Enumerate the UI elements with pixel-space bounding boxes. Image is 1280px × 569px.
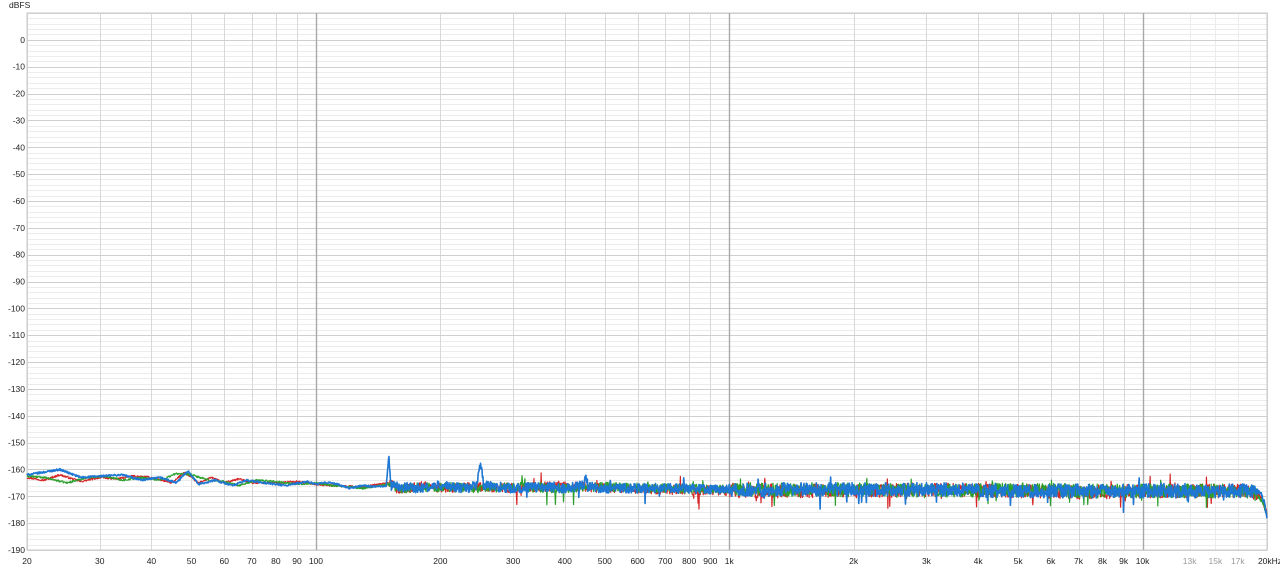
x-tick-label: 800 [682,556,696,566]
y-axis-ticks: 0 -10 -20 -30 -40 -50 -60 -70 -80 -90 -100 -110 -120… [8,35,25,555]
y-tick-label: -100 [8,303,25,313]
grid-major [26,12,1268,551]
series-group [26,455,1268,519]
y-tick-label: -170 [8,491,25,501]
y-tick-label: -160 [8,464,25,474]
x-tick-label: 900 [703,556,717,566]
x-tick-label: 5k [1014,556,1024,566]
x-tick-label: 3k [922,556,932,566]
x-axis-ticks: 20 30 40 50 60 70 80 90 100 200 300 400 500 600 700 800… [22,556,1280,566]
y-tick-label: -40 [13,142,26,152]
y-axis-title: dBFS [9,0,31,10]
x-tick-label: 40 [147,556,157,566]
y-tick-label: -140 [8,411,25,421]
y-tick-label: -10 [13,62,26,72]
y-tick-label: -60 [13,196,26,206]
x-tick-label: 4k [974,556,984,566]
x-tick-label: 8k [1098,556,1108,566]
x-tick-label: 6k [1046,556,1056,566]
x-tick-label: 80 [271,556,281,566]
y-tick-label: -130 [8,384,25,394]
x-tick-label: 2k [849,556,859,566]
x-tick-label: 15k [1208,556,1222,566]
y-tick-label: -190 [8,545,25,555]
x-tick-label: 100 [309,556,323,566]
x-tick-label: 200 [433,556,447,566]
y-tick-label: 0 [20,35,25,45]
x-tick-label: 1k [725,556,735,566]
x-tick-label: 700 [658,556,672,566]
x-tick-label: 60 [219,556,229,566]
y-tick-label: -120 [8,357,25,367]
y-tick-label: -180 [8,518,25,528]
x-tick-label: 13k [1183,556,1197,566]
x-tick-label: 9k [1119,556,1129,566]
x-tick-label: 300 [506,556,520,566]
x-tick-label: 90 [292,556,302,566]
x-tick-label: 20 [22,556,32,566]
x-tick-label: 70 [247,556,257,566]
y-tick-label: -20 [13,89,26,99]
x-tick-label: 30 [95,556,105,566]
x-tick-label: 10k [1136,556,1150,566]
x-tick-label: 20kHz [1258,556,1280,566]
y-tick-label: -150 [8,438,25,448]
y-tick-label: -30 [13,115,26,125]
x-tick-label: 600 [630,556,644,566]
x-tick-label: 400 [558,556,572,566]
x-tick-label: 50 [187,556,197,566]
y-tick-label: -90 [13,277,26,287]
x-tick-label: 500 [598,556,612,566]
y-tick-label: -80 [13,250,26,260]
y-tick-label: -70 [13,223,26,233]
frequency-response-chart: dBFS 0 -10 -20 -30 -40 -50 -60 -70 -80 -90 -100 -11… [8,0,1280,566]
x-tick-label: 7k [1074,556,1084,566]
y-tick-label: -50 [13,169,26,179]
y-tick-label: -110 [9,330,26,340]
x-tick-label: 17k [1231,556,1245,566]
